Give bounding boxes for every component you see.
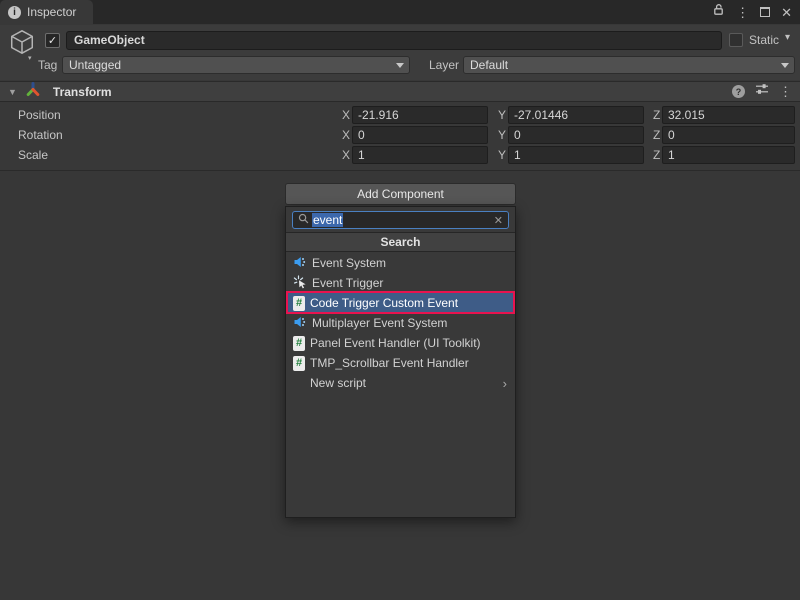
list-item-label: TMP_Scrollbar Event Handler — [310, 356, 469, 370]
rotation-row: Rotation X 0 Y 0 Z 0 — [0, 125, 800, 145]
csharp-script-icon: # — [293, 336, 305, 351]
clear-search-icon[interactable]: ✕ — [494, 214, 503, 227]
list-item-label: Multiplayer Event System — [312, 316, 447, 330]
list-item-label: Event Trigger — [312, 276, 383, 290]
axis-y-label[interactable]: Y — [498, 105, 506, 125]
add-component-popup: event ✕ Search Event System — [285, 206, 516, 518]
window-menu-icon[interactable]: ⋮ — [736, 6, 749, 19]
list-item-label: Event System — [312, 256, 386, 270]
axis-z-label[interactable]: Z — [653, 145, 660, 165]
gameobject-header: ▾ ✓ GameObject Static ▾ Tag Untagged Lay… — [0, 25, 800, 80]
list-item-event-trigger[interactable]: Event Trigger — [286, 273, 515, 293]
list-item-multiplayer-event-system[interactable]: Multiplayer Event System — [286, 313, 515, 333]
axis-y-label[interactable]: Y — [498, 125, 506, 145]
position-y-field[interactable]: -27.01446 — [508, 106, 644, 124]
layer-dropdown[interactable]: Default — [463, 56, 795, 74]
scale-x-field[interactable]: 1 — [352, 146, 488, 164]
icon-picker-arrow[interactable]: ▾ — [28, 54, 32, 62]
titlebar: i Inspector ⋮ ✕ — [0, 0, 800, 24]
layer-value: Default — [470, 58, 508, 72]
scale-y-field[interactable]: 1 — [508, 146, 644, 164]
search-icon — [298, 211, 309, 229]
axis-y-label[interactable]: Y — [498, 145, 506, 165]
add-component-button[interactable]: Add Component — [285, 183, 516, 205]
axis-x-label[interactable]: X — [342, 105, 350, 125]
unlock-icon[interactable] — [712, 3, 725, 21]
chevron-down-icon — [781, 63, 789, 68]
presets-icon[interactable] — [755, 82, 769, 101]
static-dropdown-arrow[interactable]: ▾ — [785, 32, 790, 43]
titlebar-controls: ⋮ ✕ — [712, 0, 792, 24]
transform-axes-icon — [25, 81, 41, 102]
axis-x-label[interactable]: X — [342, 145, 350, 165]
static-checkbox[interactable] — [729, 33, 743, 47]
search-section-header: Search — [286, 232, 515, 252]
axis-z-label[interactable]: Z — [653, 105, 660, 125]
transform-header[interactable]: ▼ Transform ? ⋮ — [0, 81, 800, 102]
csharp-script-icon: # — [293, 356, 305, 371]
component-title: Transform — [53, 85, 112, 99]
event-trigger-icon — [293, 275, 307, 292]
axis-x-label[interactable]: X — [342, 125, 350, 145]
submenu-chevron-icon: › — [503, 376, 507, 391]
rotation-label: Rotation — [18, 125, 63, 145]
unity-inspector-window: i Inspector ⋮ ✕ ▾ ✓ — [0, 0, 800, 600]
rotation-z-field[interactable]: 0 — [662, 126, 795, 144]
close-icon[interactable]: ✕ — [781, 6, 792, 19]
maximize-icon[interactable] — [760, 7, 770, 17]
rotation-y-field[interactable]: 0 — [508, 126, 644, 144]
component-menu-icon[interactable]: ⋮ — [779, 85, 792, 98]
list-item-panel-event-handler[interactable]: # Panel Event Handler (UI Toolkit) — [286, 333, 515, 353]
csharp-script-icon: # — [293, 296, 305, 311]
list-item-tmp-scrollbar-event-handler[interactable]: # TMP_Scrollbar Event Handler — [286, 353, 515, 373]
list-item-label: Code Trigger Custom Event — [310, 296, 458, 310]
component-search-input[interactable]: event ✕ — [292, 211, 509, 229]
event-system-icon — [293, 255, 307, 272]
scale-label: Scale — [18, 145, 48, 165]
tag-dropdown[interactable]: Untagged — [62, 56, 410, 74]
tab-title: Inspector — [27, 5, 76, 19]
position-z-field[interactable]: 32.015 — [662, 106, 795, 124]
foldout-arrow-icon[interactable]: ▼ — [8, 87, 17, 97]
layer-label: Layer — [429, 56, 459, 74]
tag-value: Untagged — [69, 58, 121, 72]
position-row: Position X -21.916 Y -27.01446 Z 32.015 — [0, 105, 800, 125]
scale-row: Scale X 1 Y 1 Z 1 — [0, 145, 800, 165]
list-item-label: New script — [310, 376, 366, 390]
list-item-new-script[interactable]: New script › — [286, 373, 515, 393]
help-icon[interactable]: ? — [732, 85, 745, 98]
rotation-x-field[interactable]: 0 — [352, 126, 488, 144]
chevron-down-icon — [396, 63, 404, 68]
axis-z-label[interactable]: Z — [653, 125, 660, 145]
list-item-code-trigger-custom-event[interactable]: # Code Trigger Custom Event — [286, 293, 515, 313]
static-label: Static — [749, 33, 779, 48]
transform-header-buttons: ? ⋮ — [732, 82, 792, 101]
component-list: Event System Event Trigger — [286, 253, 515, 393]
search-text-selected: event — [312, 213, 343, 227]
list-item-label: Panel Event Handler (UI Toolkit) — [310, 336, 481, 350]
position-x-field[interactable]: -21.916 — [352, 106, 488, 124]
list-item-event-system[interactable]: Event System — [286, 253, 515, 273]
tab-inspector[interactable]: i Inspector — [0, 0, 93, 24]
event-system-icon — [293, 315, 307, 332]
position-label: Position — [18, 105, 61, 125]
active-checkbox[interactable]: ✓ — [45, 33, 60, 48]
gameobject-name-field[interactable]: GameObject — [66, 31, 722, 50]
tag-label: Tag — [38, 56, 57, 74]
scale-z-field[interactable]: 1 — [662, 146, 795, 164]
info-icon: i — [8, 6, 21, 19]
